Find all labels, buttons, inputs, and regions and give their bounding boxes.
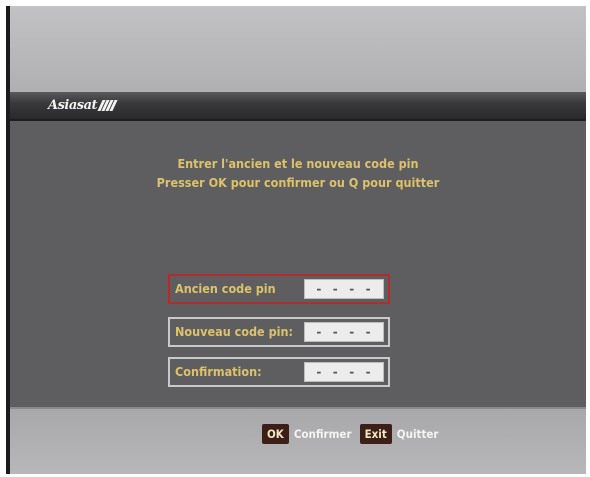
new-pin-row[interactable]: Nouveau code pin: - - - - — [168, 317, 390, 347]
brand-logo: Asiasat — [48, 96, 118, 115]
tv-screen: Asiasat Entrer l'ancien et le nouveau co… — [6, 6, 586, 474]
footer-bar: OK Confirmer Exit Quitter — [10, 407, 586, 474]
new-pin-field[interactable]: - - - - — [304, 322, 384, 342]
exit-key-button[interactable]: Exit — [359, 424, 392, 444]
header-bar: Asiasat — [10, 92, 586, 121]
new-pin-label: Nouveau code pin: — [175, 324, 294, 339]
instruction-line-1: Entrer l'ancien et le nouveau code pin — [177, 156, 419, 171]
confirm-pin-field[interactable]: - - - - — [304, 362, 384, 382]
old-pin-field[interactable]: - - - - — [304, 279, 384, 299]
confirm-pin-row[interactable]: Confirmation: - - - - — [168, 357, 390, 387]
ok-key-button[interactable]: OK — [262, 424, 289, 444]
confirm-pin-label: Confirmation: — [175, 364, 262, 379]
old-pin-row[interactable]: Ancien code pin - - - - — [168, 274, 390, 304]
pin-change-dialog: Entrer l'ancien et le nouveau code pin P… — [10, 121, 586, 407]
exit-action-label: Quitter — [396, 427, 439, 441]
top-band — [10, 6, 586, 92]
footer-key-hints: OK Confirmer Exit Quitter — [262, 424, 447, 444]
logo-stripes-icon — [97, 100, 118, 111]
ok-action-label: Confirmer — [293, 427, 352, 441]
instruction-line-2: Presser OK pour confirmer ou Q pour quit… — [156, 175, 440, 190]
old-pin-label: Ancien code pin — [175, 281, 276, 296]
brand-logo-text: Asiasat — [48, 98, 98, 113]
instructions: Entrer l'ancien et le nouveau code pin P… — [10, 154, 586, 192]
